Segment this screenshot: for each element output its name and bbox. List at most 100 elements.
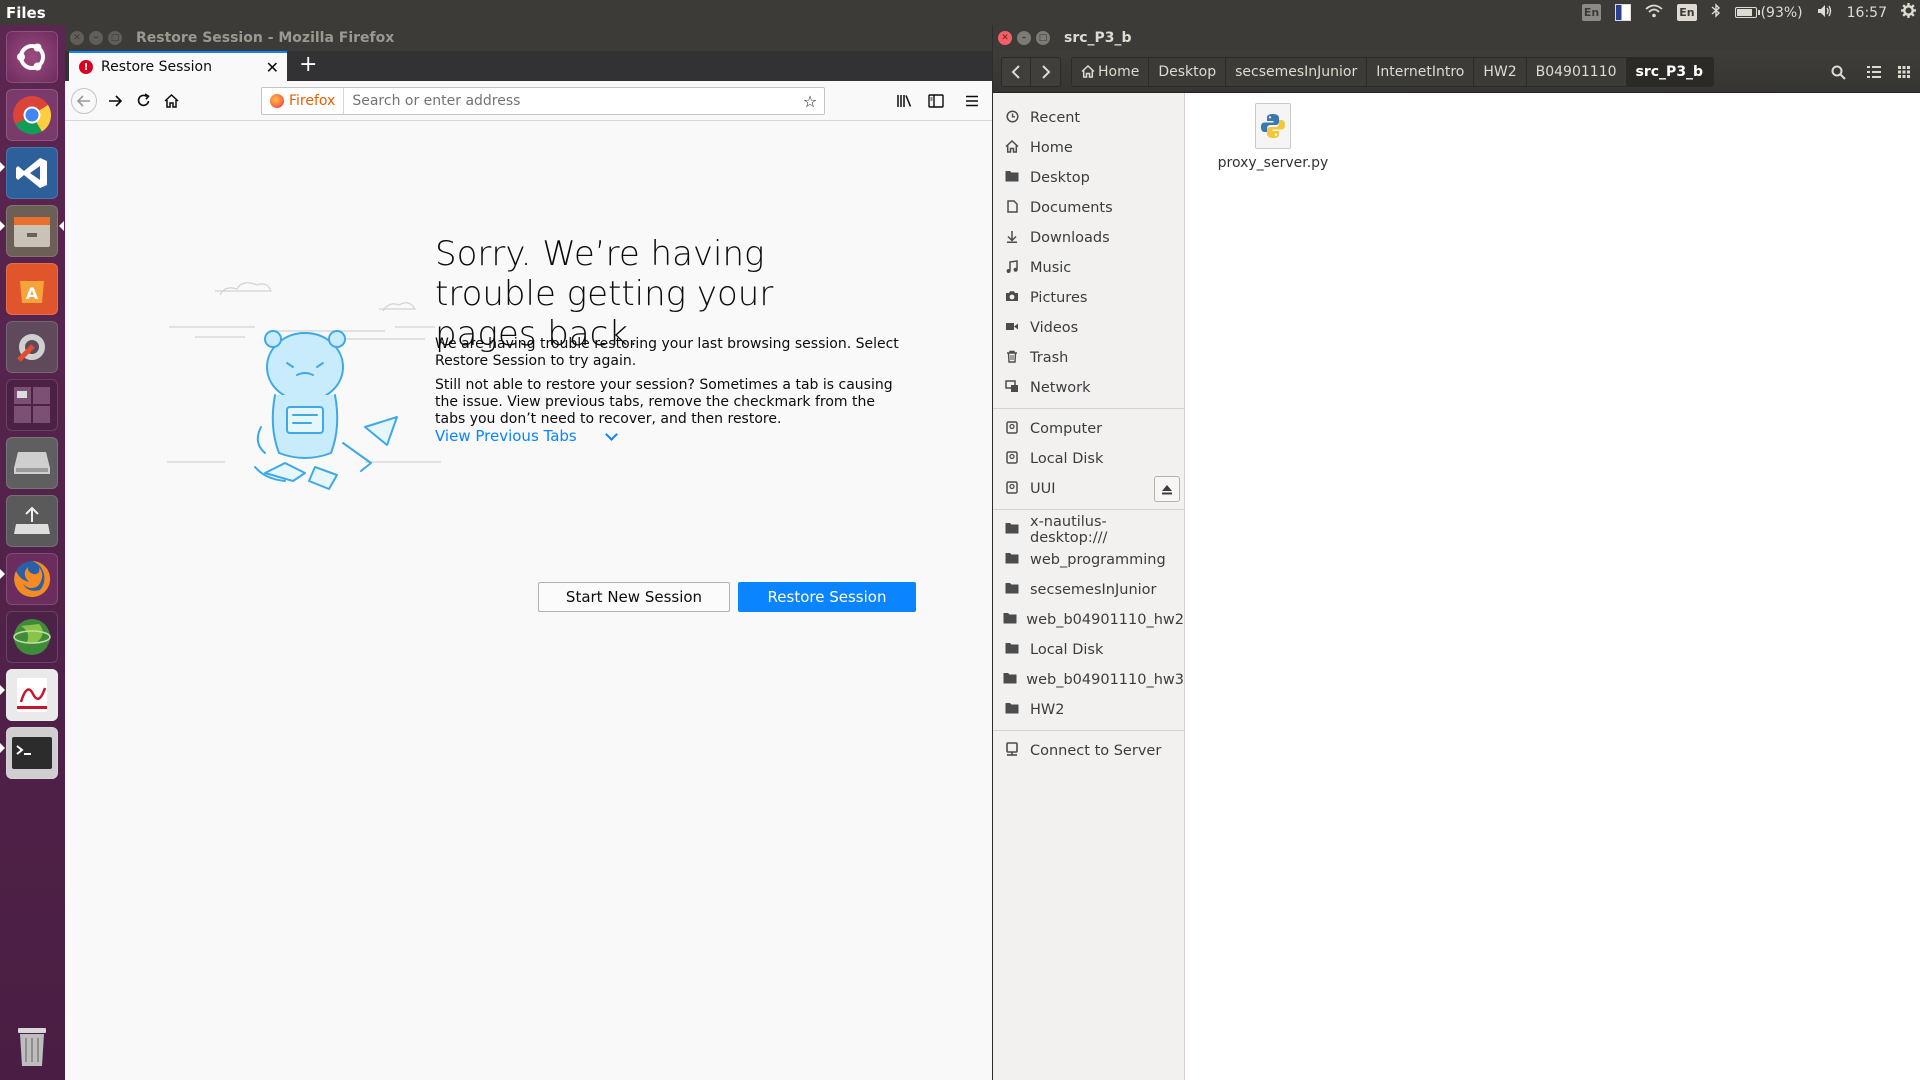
breadcrumb-item[interactable]: InternetIntro <box>1367 57 1475 86</box>
input-method-indicator[interactable]: En <box>1677 4 1697 21</box>
sidebar-item-videos[interactable]: Videos <box>993 313 1184 343</box>
ubuntu-logo-icon[interactable] <box>6 31 58 83</box>
places-list: Recent Home Desktop Documents Downloads Music… <box>993 93 1184 403</box>
usb-drive-icon[interactable] <box>6 495 58 547</box>
sidebar-item-label: Recent <box>1030 110 1081 126</box>
breadcrumb-item[interactable]: Desktop <box>1149 57 1227 86</box>
battery-indicator[interactable]: (93%) <box>1734 5 1803 21</box>
sidebar-item-trash[interactable]: Trash <box>993 343 1184 373</box>
system-settings-icon[interactable] <box>6 321 58 373</box>
breadcrumb-item[interactable]: HW2 <box>1474 57 1527 86</box>
workspace-switcher-icon[interactable] <box>6 379 58 431</box>
sidebar-item-x-nautilus-desktop[interactable]: x-nautilus-desktop:/// <box>993 514 1184 546</box>
home-button[interactable] <box>157 87 185 115</box>
sidebar-item-recent[interactable]: Recent <box>993 103 1184 133</box>
firefox-icon[interactable] <box>6 553 58 605</box>
back-button[interactable] <box>1001 56 1031 87</box>
reload-button[interactable] <box>129 87 157 115</box>
file-name: proxy_server.py <box>1217 155 1329 171</box>
search-icon[interactable] <box>1823 57 1853 87</box>
sidebar-item-music[interactable]: Music <box>993 253 1184 283</box>
trash-icon[interactable] <box>6 1020 58 1072</box>
navigation-toolbar: Firefox ☆ <box>65 81 992 121</box>
new-tab-button[interactable]: + <box>299 51 317 81</box>
vscode-icon[interactable] <box>6 147 58 199</box>
pdf-viewer-icon[interactable] <box>6 669 58 721</box>
keyboard-indicator[interactable]: En <box>1581 4 1602 21</box>
bluetooth-icon[interactable] <box>1711 3 1721 22</box>
sidebar-item-label: secsemesInJunior <box>1030 582 1157 598</box>
python-file-icon <box>1255 103 1291 149</box>
sidebar-item-connect-to-server[interactable]: Connect to Server <box>993 736 1184 766</box>
breadcrumb-item[interactable]: src_P3_b <box>1626 57 1714 86</box>
sidebar-item-hw2[interactable]: HW2 <box>993 695 1184 725</box>
wifi-icon[interactable] <box>1645 4 1663 22</box>
bookmark-star-icon[interactable]: ☆ <box>796 92 824 111</box>
chrome-icon[interactable] <box>6 89 58 141</box>
sidebar-item-uui[interactable]: UUI <box>993 474 1184 504</box>
clock[interactable]: 16:57 <box>1847 5 1887 21</box>
identity-box[interactable]: Firefox <box>262 88 345 114</box>
window-close-button[interactable]: ✕ <box>70 31 84 45</box>
library-icon[interactable] <box>890 87 918 115</box>
sidebar-item-label: web_b04901110_hw3 <box>1026 672 1184 688</box>
sidebar-item-label: x-nautilus-desktop:/// <box>1029 514 1108 546</box>
sidebar-item-web-programming[interactable]: web_programming <box>993 545 1184 575</box>
sidebar-item-web-b04901110-hw3[interactable]: web_b04901110_hw3 <box>993 665 1184 695</box>
view-previous-tabs-link[interactable]: View Previous Tabs <box>435 427 618 445</box>
volume-icon[interactable] <box>1817 4 1833 22</box>
battery-icon <box>1734 7 1760 18</box>
window-close-button[interactable]: ✕ <box>998 31 1012 45</box>
window-title: src_P3_b <box>1064 30 1132 46</box>
files-icon[interactable] <box>6 205 58 257</box>
window-maximize-button[interactable]: □ <box>108 31 122 45</box>
sidebar-icon[interactable] <box>922 87 950 115</box>
top-panel: Files En En (93%) 16:57 <box>0 0 1920 25</box>
network-globe-icon[interactable] <box>6 611 58 663</box>
forward-button[interactable] <box>101 87 129 115</box>
gear-icon[interactable] <box>1901 3 1916 22</box>
url-bar[interactable]: Firefox ☆ <box>261 87 825 115</box>
file-item[interactable]: proxy_server.py <box>1216 103 1330 171</box>
sidebar-item-label: Home <box>1030 140 1073 156</box>
download-icon <box>1003 230 1021 247</box>
forward-button[interactable] <box>1031 56 1061 87</box>
breadcrumb-item[interactable]: secsemesInJunior <box>1226 57 1368 86</box>
window-minimize-button[interactable]: – <box>1017 31 1031 45</box>
breadcrumb-item[interactable]: B04901110 <box>1526 57 1627 86</box>
sidebar-item-desktop[interactable]: Desktop <box>993 163 1184 193</box>
sidebar-item-pictures[interactable]: Pictures <box>993 283 1184 313</box>
restore-session-button[interactable]: Restore Session <box>738 582 916 612</box>
error-description-1: We are having trouble restoring your las… <box>435 336 899 369</box>
flag-icon[interactable] <box>1615 4 1632 21</box>
places-sidebar: Recent Home Desktop Documents Downloads Music… <box>993 93 1185 1080</box>
breadcrumb-label: src_P3_b <box>1635 63 1704 80</box>
terminal-icon[interactable] <box>6 727 58 779</box>
hamburger-menu-icon[interactable] <box>958 87 986 115</box>
sidebar-item-local-disk[interactable]: Local Disk <box>993 444 1184 474</box>
sidebar-item-label: Pictures <box>1030 290 1088 306</box>
sidebar-item-downloads[interactable]: Downloads <box>993 223 1184 253</box>
sidebar-item-web-b04901110-hw2[interactable]: web_b04901110_hw2 <box>993 605 1184 635</box>
sidebar-item-secsemesinjunior[interactable]: secsemesInJunior <box>993 575 1184 605</box>
sidebar-item-label: Connect to Server <box>1030 743 1162 759</box>
sidebar-item-computer[interactable]: Computer <box>993 414 1184 444</box>
sidebar-item-local-disk[interactable]: Local Disk <box>993 635 1184 665</box>
tab-restore-session[interactable]: ! Restore Session ✕ <box>69 51 287 81</box>
list-view-icon[interactable] <box>1859 57 1889 87</box>
eject-icon[interactable] <box>1154 476 1180 502</box>
disk-icon[interactable] <box>6 437 58 489</box>
sidebar-item-documents[interactable]: Documents <box>993 193 1184 223</box>
address-input[interactable] <box>344 89 796 113</box>
start-new-session-button[interactable]: Start New Session <box>538 582 730 612</box>
window-maximize-button[interactable]: □ <box>1036 31 1050 45</box>
breadcrumb-item[interactable]: Home <box>1072 57 1150 86</box>
back-button[interactable] <box>71 87 97 114</box>
grid-view-icon[interactable] <box>1889 57 1919 87</box>
window-minimize-button[interactable]: – <box>89 31 103 45</box>
sidebar-item-home[interactable]: Home <box>993 133 1184 163</box>
close-icon[interactable]: ✕ <box>266 58 279 77</box>
sidebar-item-label: Computer <box>1030 421 1103 437</box>
software-center-icon[interactable]: A <box>6 263 58 315</box>
sidebar-item-network[interactable]: Network <box>993 373 1184 403</box>
